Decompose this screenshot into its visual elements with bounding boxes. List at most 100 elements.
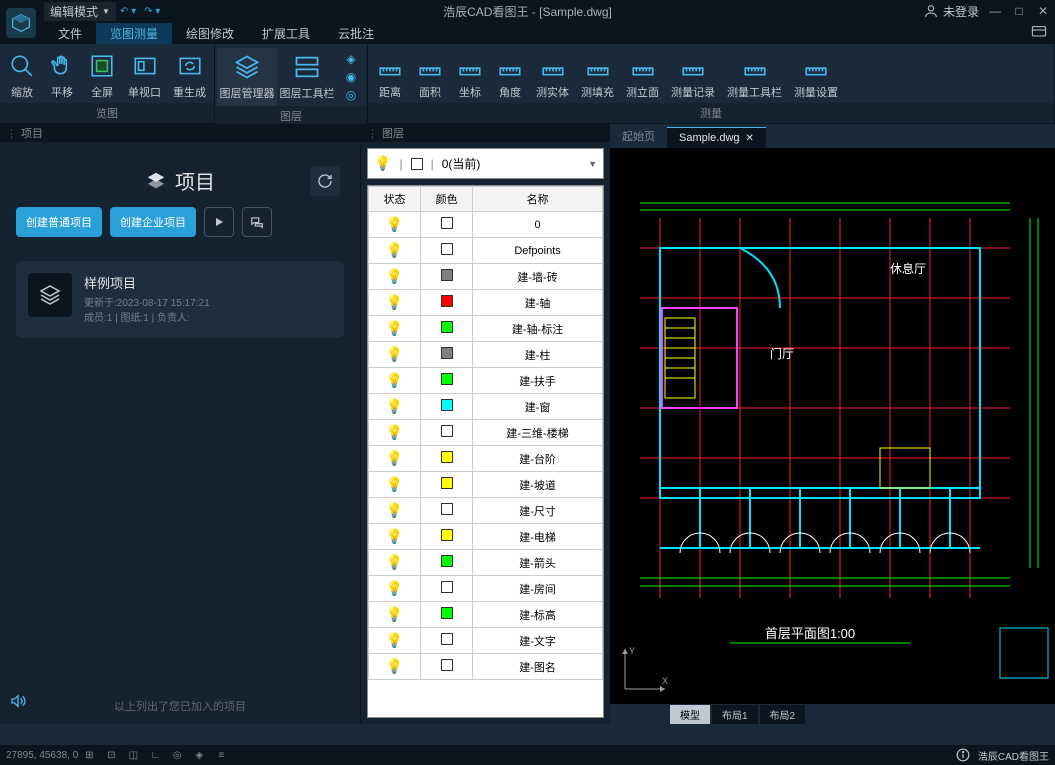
bulb-icon[interactable]: 💡 <box>386 632 403 648</box>
status-btn-1[interactable]: ⊞ <box>80 746 98 764</box>
measure-0-button[interactable]: 距离 <box>370 48 410 103</box>
color-swatch[interactable] <box>441 581 453 593</box>
measure-9-button[interactable]: 测量设置 <box>788 48 844 103</box>
bulb-icon[interactable]: 💡 <box>386 346 403 362</box>
color-swatch[interactable] <box>441 347 453 359</box>
layer-mini-1[interactable]: ◈ <box>341 50 361 68</box>
layer-row[interactable]: 💡建-标高 <box>369 602 603 628</box>
bulb-icon[interactable]: 💡 <box>386 580 403 596</box>
bulb-icon[interactable]: 💡 <box>386 398 403 414</box>
sheet-layout2[interactable]: 布局2 <box>760 705 806 724</box>
redo-button[interactable]: ↷ ▾ <box>144 6 160 17</box>
color-swatch[interactable] <box>441 243 453 255</box>
pan-button[interactable]: 平移 <box>42 48 82 103</box>
status-btn-3[interactable]: ◫ <box>124 746 142 764</box>
color-swatch[interactable] <box>441 295 453 307</box>
color-swatch[interactable] <box>441 477 453 489</box>
refresh-button[interactable] <box>310 166 340 196</box>
measure-1-button[interactable]: 面积 <box>410 48 450 103</box>
col-color[interactable]: 颜色 <box>421 187 473 212</box>
color-swatch[interactable] <box>441 659 453 671</box>
sheet-layout1[interactable]: 布局1 <box>712 705 758 724</box>
measure-6-button[interactable]: 测立面 <box>620 48 665 103</box>
col-state[interactable]: 状态 <box>369 187 421 212</box>
maximize-button[interactable]: □ <box>1011 3 1027 19</box>
status-btn-2[interactable]: ⊡ <box>102 746 120 764</box>
chat-button[interactable] <box>242 207 272 237</box>
menu-draw-modify[interactable]: 绘图修改 <box>172 23 248 44</box>
layer-row[interactable]: 💡建-尺寸 <box>369 498 603 524</box>
color-swatch[interactable] <box>441 607 453 619</box>
layer-toolbar-button[interactable]: 图层工具栏 <box>277 48 337 106</box>
tab-sample[interactable]: Sample.dwg✕ <box>667 127 766 148</box>
menu-cloud-annotate[interactable]: 云批注 <box>324 23 388 44</box>
layer-row[interactable]: 💡建-房间 <box>369 576 603 602</box>
status-btn-5[interactable]: ◎ <box>168 746 186 764</box>
color-swatch[interactable] <box>441 269 453 281</box>
canvas[interactable]: 门厅 休息厅 首层平面图1:00 XY <box>610 148 1055 704</box>
layer-row[interactable]: 💡建-轴-标注 <box>369 316 603 342</box>
tab-start[interactable]: 起始页 <box>610 124 667 148</box>
bulb-icon[interactable]: 💡 <box>386 554 403 570</box>
bulb-icon[interactable]: 💡 <box>374 155 391 172</box>
layer-row[interactable]: 💡0 <box>369 212 603 238</box>
color-swatch[interactable] <box>441 217 453 229</box>
measure-8-button[interactable]: 测量工具栏 <box>721 48 788 103</box>
layer-row[interactable]: 💡建-图名 <box>369 654 603 680</box>
user-icon[interactable]: 未登录 <box>923 3 979 20</box>
color-swatch[interactable] <box>441 633 453 645</box>
color-swatch[interactable] <box>441 321 453 333</box>
chevron-down-icon[interactable]: ▼ <box>588 159 597 169</box>
bulb-icon[interactable]: 💡 <box>386 320 403 336</box>
zoom-button[interactable]: 缩放 <box>2 48 42 103</box>
color-swatch[interactable] <box>441 555 453 567</box>
layer-row[interactable]: 💡建-文字 <box>369 628 603 654</box>
layer-mini-2[interactable]: ◉ <box>341 68 361 86</box>
layer-row[interactable]: 💡建-电梯 <box>369 524 603 550</box>
close-button[interactable]: ✕ <box>1035 3 1051 19</box>
bulb-icon[interactable]: 💡 <box>386 528 403 544</box>
layer-row[interactable]: 💡建-台阶 <box>369 446 603 472</box>
fullscreen-button[interactable]: 全屏 <box>82 48 122 103</box>
measure-3-button[interactable]: 角度 <box>490 48 530 103</box>
menu-file[interactable]: 文件 <box>44 23 96 44</box>
layer-row[interactable]: 💡建-窗 <box>369 394 603 420</box>
measure-5-button[interactable]: 测填充 <box>575 48 620 103</box>
status-btn-4[interactable]: ∟ <box>146 746 164 764</box>
color-swatch[interactable] <box>441 425 453 437</box>
layer-row[interactable]: 💡建-三维-楼梯 <box>369 420 603 446</box>
status-btn-7[interactable]: ≡ <box>212 746 230 764</box>
measure-2-button[interactable]: 坐标 <box>450 48 490 103</box>
undo-button[interactable]: ↶ ▾ <box>120 6 136 17</box>
color-swatch[interactable] <box>441 373 453 385</box>
sheet-model[interactable]: 模型 <box>670 705 710 724</box>
bulb-icon[interactable]: 💡 <box>386 658 403 674</box>
color-swatch[interactable] <box>441 451 453 463</box>
col-name[interactable]: 名称 <box>473 187 603 212</box>
menu-view-measure[interactable]: 览图测量 <box>96 23 172 44</box>
measure-7-button[interactable]: 测量记录 <box>665 48 721 103</box>
layer-row[interactable]: 💡建-箭头 <box>369 550 603 576</box>
bulb-icon[interactable]: 💡 <box>386 606 403 622</box>
layer-row[interactable]: 💡建-柱 <box>369 342 603 368</box>
bulb-icon[interactable]: 💡 <box>386 242 403 258</box>
bulb-icon[interactable]: 💡 <box>386 268 403 284</box>
single-viewport-button[interactable]: 单视口 <box>122 48 167 103</box>
status-btn-6[interactable]: ◈ <box>190 746 208 764</box>
layer-manager-button[interactable]: 图层管理器 <box>217 48 277 106</box>
bulb-icon[interactable]: 💡 <box>386 216 403 232</box>
layer-row[interactable]: 💡建-轴 <box>369 290 603 316</box>
color-swatch[interactable] <box>441 503 453 515</box>
mode-dropdown[interactable]: 编辑模式 ▼ <box>44 2 116 21</box>
layer-row[interactable]: 💡Defpoints <box>369 238 603 264</box>
bulb-icon[interactable]: 💡 <box>386 502 403 518</box>
regen-button[interactable]: 重生成 <box>167 48 212 103</box>
layer-row[interactable]: 💡建-坡道 <box>369 472 603 498</box>
create-normal-project-button[interactable]: 创建普通项目 <box>16 207 102 237</box>
bulb-icon[interactable]: 💡 <box>386 294 403 310</box>
menu-extend-tools[interactable]: 扩展工具 <box>248 23 324 44</box>
panel-header[interactable]: ⋮项目 <box>0 124 360 142</box>
help-button[interactable] <box>1031 25 1047 42</box>
layer-current-checkbox[interactable] <box>411 158 423 170</box>
layer-row[interactable]: 💡建-扶手 <box>369 368 603 394</box>
